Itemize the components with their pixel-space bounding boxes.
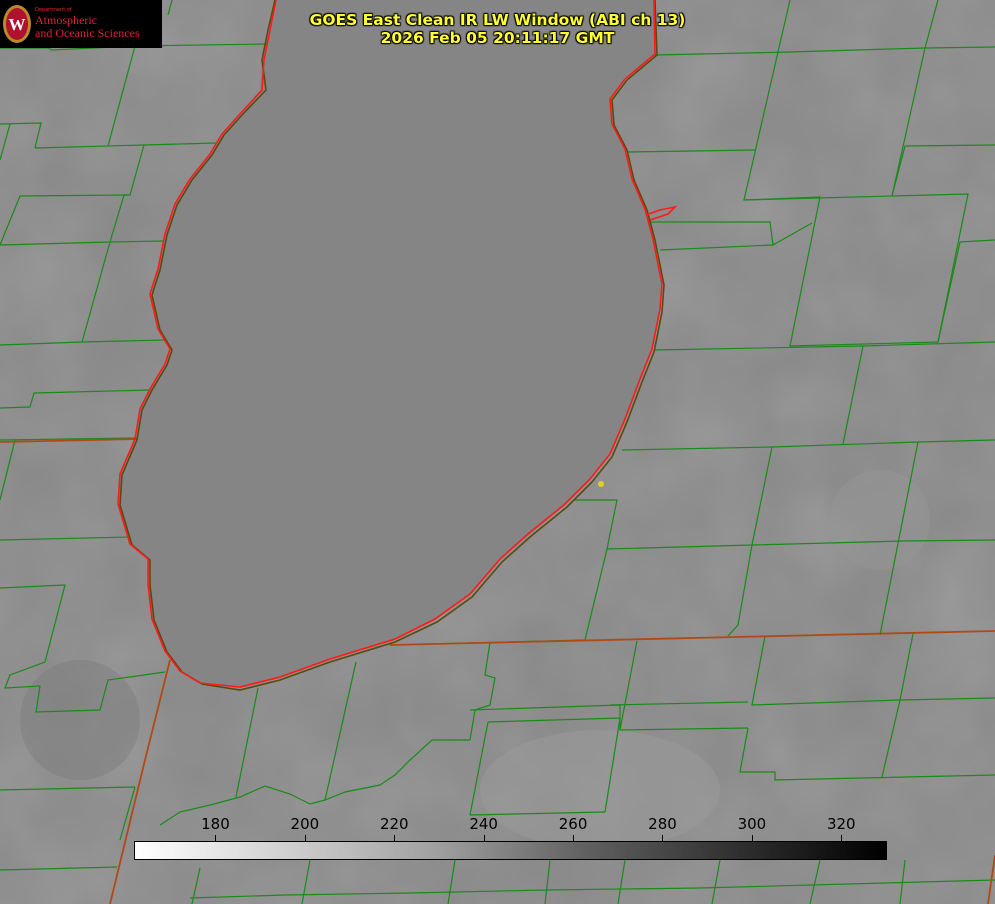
uw-seal-icon: W: [3, 5, 31, 43]
station-marker[interactable]: [598, 481, 604, 487]
colorbar-tick-label: 180: [201, 815, 230, 833]
logo-line2: and Oceanic Sciences: [35, 26, 140, 40]
colorbar: 180 200 220 240 260 280 300 320: [134, 812, 887, 860]
colorbar-tick-label: 240: [469, 815, 498, 833]
colorbar-tick-label: 260: [558, 815, 588, 833]
warm-patch: [830, 470, 930, 570]
seal-letter: W: [9, 15, 26, 34]
satellite-map[interactable]: [0, 0, 995, 904]
colorbar-tick-label: 220: [379, 815, 409, 833]
colorbar-tick-label: 280: [648, 815, 677, 833]
colorbar-tick-label: 300: [737, 815, 767, 833]
colorbar-gradient: [134, 841, 887, 860]
colorbar-tick-label: 200: [290, 815, 320, 833]
colorbar-tick-label: 320: [826, 815, 856, 833]
aos-logo[interactable]: W Department of Atmospheric and Oceanic …: [0, 0, 162, 48]
